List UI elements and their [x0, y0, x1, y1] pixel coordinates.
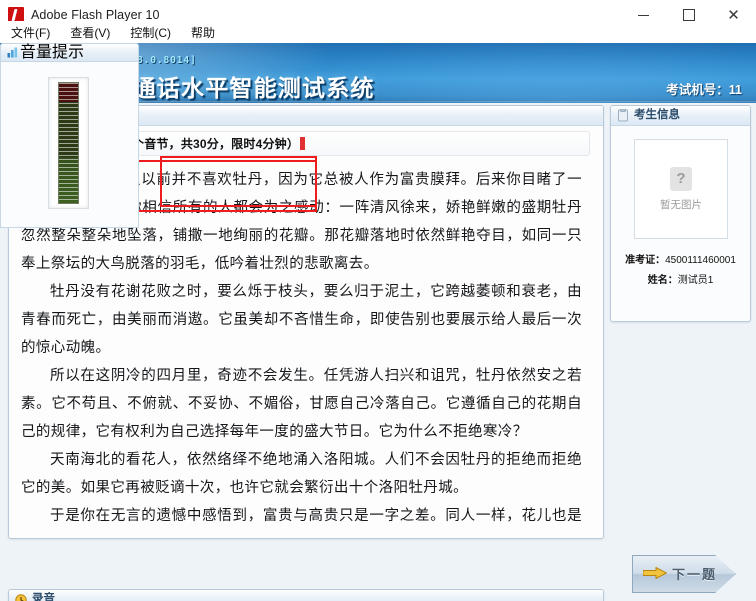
person-card-icon: [618, 109, 628, 122]
arrow-right-icon: [643, 567, 667, 579]
record-clock-icon: [15, 593, 27, 601]
passage-paragraph: 天南海北的看花人，依然络绎不绝地涌入洛阳城。人们不会因牡丹的拒绝而拒绝它的美。如…: [21, 452, 582, 496]
ticket-number-value: 4500111460001: [665, 255, 736, 266]
volume-meter-level: [58, 82, 79, 204]
machine-number-label: 考试机号：11: [666, 83, 742, 97]
passage-paragraph: 所以在这阴冷的四月里，奇迹不会发生。任凭游人扫兴和诅咒，牡丹依然安之若素。它不苟…: [21, 368, 582, 440]
candidate-photo: ? 暂无图片: [634, 139, 728, 239]
volume-bars-icon: [7, 47, 18, 58]
next-question-button[interactable]: 下一题: [632, 555, 736, 593]
passage-paragraph: 牡丹没有花谢花败之时，要么烁于枝头，要么归于泥土，它跨越萎顿和衰老，由青春而死亡…: [21, 284, 582, 356]
candidate-name-field: 姓名：测试员1: [611, 271, 750, 286]
next-button-label: 下一题: [672, 567, 718, 582]
candidate-info-panel: 考生信息 ? 暂无图片 准考证：4500111460001 姓名：测试员1: [610, 105, 751, 322]
menu-bar: 文件(F) 查看(V) 控制(C) 帮助: [0, 21, 756, 43]
volume-panel: 音量提示: [0, 43, 139, 228]
ticket-number-field: 准考证：4500111460001: [611, 251, 750, 266]
maximize-icon: [682, 9, 695, 21]
candidate-panel-body: ? 暂无图片 准考证：4500111460001 姓名：测试员1: [611, 126, 750, 320]
menu-help[interactable]: 帮助: [182, 22, 224, 43]
volume-panel-title: 音量提示: [20, 44, 85, 61]
candidate-panel-header: 考生信息: [611, 106, 750, 126]
menu-view[interactable]: 查看(V): [61, 22, 119, 43]
volume-panel-body: [0, 62, 139, 228]
minimize-icon: [638, 14, 649, 16]
menu-file[interactable]: 文件(F): [2, 22, 59, 43]
ticket-number-label: 准考证：: [625, 255, 666, 266]
candidate-name-value: 测试员1: [677, 275, 714, 286]
window-title: Adobe Flash Player 10: [31, 8, 160, 22]
flash-stage: PSCP [2.8.0.8014] 国家普通话水平智能测试系统 考试机号：11 …: [0, 43, 756, 601]
text-caret-icon: [300, 137, 306, 150]
candidate-name-label: 姓名：: [647, 275, 678, 286]
photo-placeholder-icon: ?: [670, 166, 692, 191]
photo-placeholder-text: 暂无图片: [660, 198, 702, 211]
volume-panel-header: 音量提示: [0, 43, 139, 62]
recording-panel-header: 录音: [9, 590, 603, 601]
passage-paragraph: 于是你在无言的遗憾中感悟到，富贵与高贵只是一字之差。同人一样，花儿也是有灵性的，…: [50, 508, 582, 524]
recording-panel-title: 录音: [32, 593, 55, 601]
menu-control[interactable]: 控制(C): [121, 22, 180, 43]
recording-panel: 录音 您已经使用了0分 3 秒: [8, 589, 604, 601]
candidate-panel-title: 考生信息: [634, 109, 680, 121]
volume-meter: [48, 77, 89, 209]
flash-player-window: Adobe Flash Player 10 ✕ 文件(F) 查看(V) 控制(C…: [0, 0, 756, 601]
